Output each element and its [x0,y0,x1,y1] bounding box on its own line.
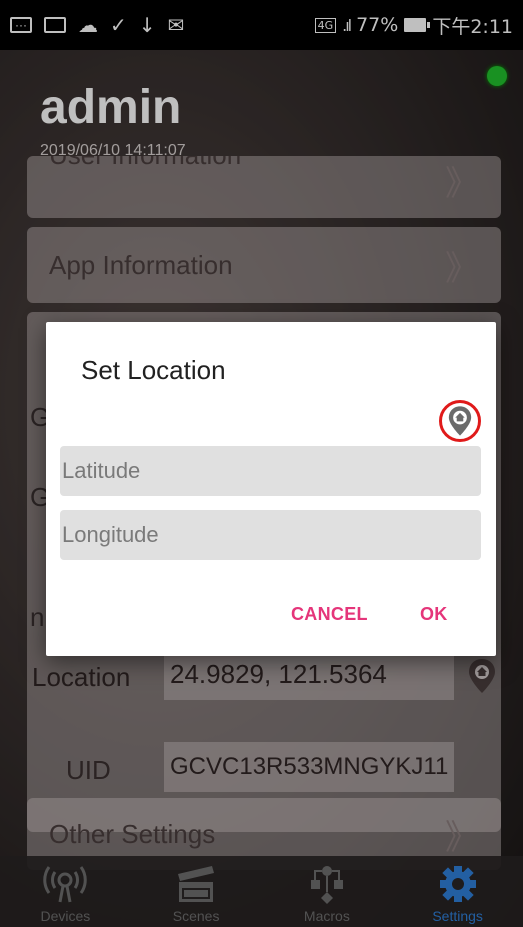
latitude-input[interactable] [60,446,481,496]
location-pin-icon [448,406,472,436]
set-location-dialog: Set Location CANCEL OK [46,322,496,656]
cancel-button[interactable]: CANCEL [291,604,368,625]
ok-button[interactable]: OK [420,604,448,625]
longitude-input[interactable] [60,510,481,560]
use-current-location-button[interactable] [439,400,481,442]
dialog-title: Set Location [81,355,226,385]
